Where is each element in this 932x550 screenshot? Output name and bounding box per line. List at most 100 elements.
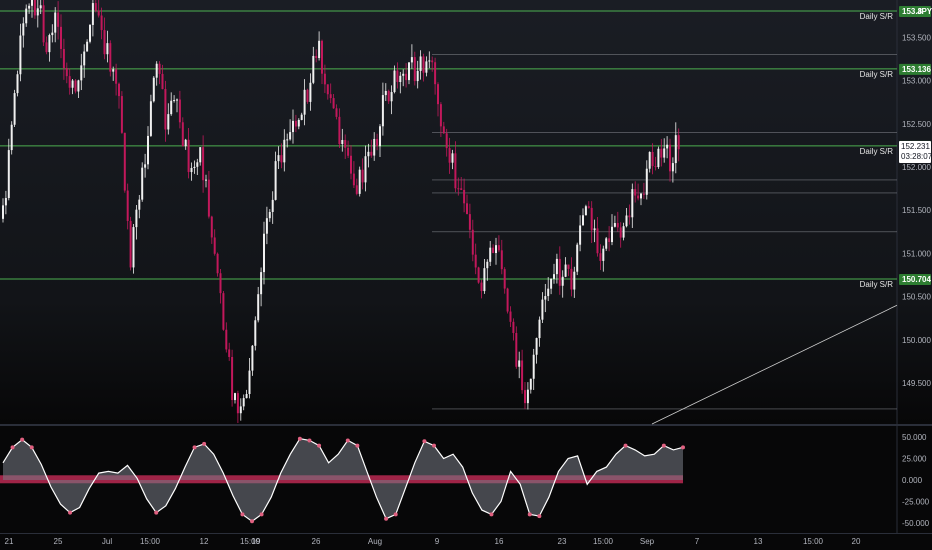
time-tick-label[interactable]: 15:00 (140, 537, 161, 546)
candle-body[interactable] (28, 5, 31, 9)
candle-body[interactable] (138, 199, 141, 210)
candle-body[interactable] (31, 0, 33, 6)
candle-body[interactable] (164, 89, 167, 130)
pane-separator[interactable] (0, 424, 932, 426)
candle-body[interactable] (158, 63, 161, 74)
candle-body[interactable] (54, 12, 57, 33)
candle-body[interactable] (147, 135, 149, 165)
candle-body[interactable] (193, 166, 196, 168)
candle-body[interactable] (260, 272, 263, 295)
candle-body[interactable] (564, 264, 567, 277)
candle-body[interactable] (335, 108, 338, 117)
candle-body[interactable] (358, 169, 361, 194)
candle-body[interactable] (219, 273, 222, 294)
price-axis-ticks[interactable]: 153.500 153.000 152.500 152.000 151.500 151.0… (902, 33, 931, 388)
candle-body[interactable] (352, 173, 355, 186)
candle-body[interactable] (338, 116, 341, 145)
time-tick-label[interactable]: Aug (368, 537, 382, 546)
candle-body[interactable] (74, 80, 77, 92)
candle-body[interactable] (590, 207, 593, 231)
candle-body[interactable] (657, 148, 660, 168)
time-tick-label[interactable]: 12 (200, 537, 209, 546)
candle-body[interactable] (497, 245, 500, 251)
candle-body[interactable] (550, 278, 553, 289)
time-tick-label[interactable]: Jul (102, 537, 112, 546)
candle-body[interactable] (65, 68, 68, 77)
oscillator-tick-label[interactable]: 50.000 (902, 433, 927, 442)
candle-body[interactable] (518, 360, 521, 367)
candle-body[interactable] (503, 269, 506, 289)
candle-body[interactable] (103, 30, 106, 55)
candle-body[interactable] (132, 227, 135, 268)
candle-body[interactable] (16, 74, 19, 94)
candle-body[interactable] (181, 122, 184, 147)
candle-body[interactable] (280, 155, 283, 163)
candle-body[interactable] (674, 135, 677, 164)
oscillator-tick-label[interactable]: -25.000 (902, 498, 930, 507)
candle-body[interactable] (593, 228, 596, 231)
candle-body[interactable] (524, 390, 526, 404)
candle-body[interactable] (347, 147, 350, 156)
candle-body[interactable] (62, 48, 65, 69)
candle-body[interactable] (115, 69, 118, 84)
candle-body[interactable] (405, 73, 408, 81)
price-tick-label[interactable]: 153.000 (902, 77, 931, 86)
candle-body[interactable] (161, 73, 164, 90)
candle-body[interactable] (268, 211, 271, 219)
candle-body[interactable] (355, 185, 358, 194)
candle-body[interactable] (176, 99, 178, 101)
candle-body[interactable] (587, 206, 590, 208)
candle-body[interactable] (579, 225, 582, 245)
candle-body[interactable] (326, 84, 329, 95)
candle-body[interactable] (460, 188, 463, 190)
candle-body[interactable] (289, 132, 292, 140)
candle-body[interactable] (297, 119, 300, 127)
oscillator-tick-label[interactable]: 25.000 (902, 455, 927, 464)
candle-body[interactable] (303, 89, 306, 115)
candle-body[interactable] (477, 267, 480, 283)
candle-body[interactable] (576, 244, 579, 272)
candle-body[interactable] (419, 56, 422, 71)
candle-body[interactable] (170, 100, 173, 115)
candle-body[interactable] (582, 215, 584, 226)
candle-body[interactable] (321, 40, 323, 74)
candle-body[interactable] (25, 8, 28, 24)
price-tick-label[interactable]: 151.000 (902, 249, 931, 258)
candle-body[interactable] (4, 198, 7, 206)
candle-body[interactable] (323, 73, 326, 85)
candle-body[interactable] (445, 133, 448, 149)
candle-body[interactable] (442, 126, 445, 134)
candle-body[interactable] (640, 193, 642, 199)
candle-body[interactable] (605, 238, 608, 249)
candle-body[interactable] (555, 258, 558, 275)
candle-body[interactable] (387, 90, 390, 102)
candle-body[interactable] (631, 189, 634, 218)
time-tick-label[interactable]: 21 (5, 537, 14, 546)
time-tick-label[interactable]: 16 (495, 537, 504, 546)
candle-body[interactable] (274, 161, 277, 200)
candle-body[interactable] (33, 0, 36, 16)
candle-body[interactable] (584, 206, 587, 216)
candle-body[interactable] (129, 220, 132, 268)
candle-body[interactable] (628, 215, 631, 218)
candle-body[interactable] (437, 84, 439, 105)
candle-body[interactable] (300, 114, 303, 120)
candle-body[interactable] (10, 124, 13, 151)
candle-body[interactable] (228, 349, 231, 357)
trendline[interactable] (651, 304, 898, 425)
candle-body[interactable] (381, 95, 384, 127)
candle-body[interactable] (666, 144, 669, 149)
candle-body[interactable] (135, 209, 138, 228)
trendline-segment[interactable] (651, 304, 898, 425)
time-tick-label[interactable]: 26 (312, 537, 321, 546)
candle-body[interactable] (144, 164, 147, 168)
candle-body[interactable] (402, 73, 405, 76)
candle-body[interactable] (454, 153, 457, 189)
time-tick-label[interactable]: 13 (754, 537, 763, 546)
candle-body[interactable] (616, 223, 619, 228)
candle-body[interactable] (265, 218, 268, 234)
candle-body[interactable] (22, 23, 25, 36)
candle-body[interactable] (126, 190, 129, 221)
time-tick-label[interactable]: 15:00 (803, 537, 824, 546)
candle-body[interactable] (199, 147, 202, 163)
